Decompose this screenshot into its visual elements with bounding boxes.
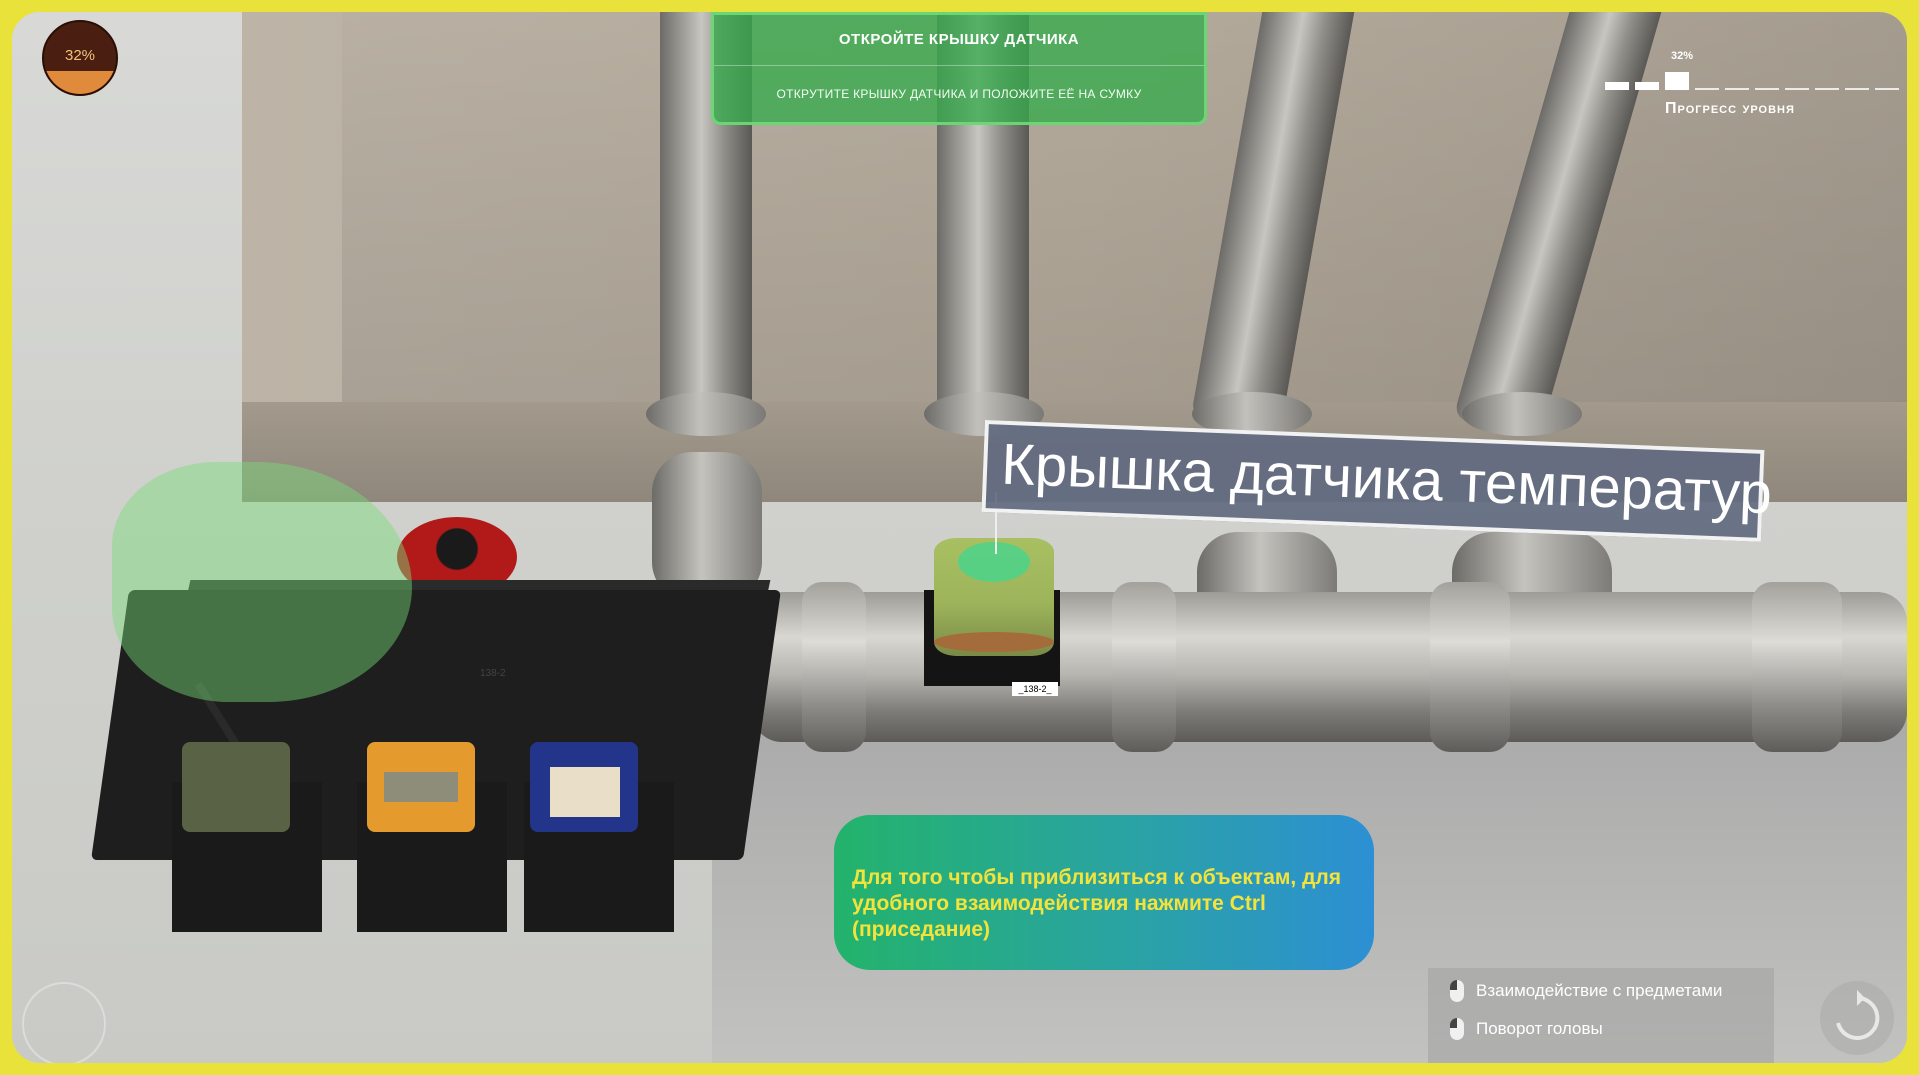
sensor-cap-ring bbox=[934, 632, 1054, 652]
level-progress-step bbox=[1695, 88, 1719, 90]
score-fill bbox=[44, 70, 116, 94]
level-progress-step bbox=[1815, 88, 1839, 90]
level-progress: 32% Прогресс уровня bbox=[1605, 42, 1905, 117]
mouse-right-icon bbox=[1450, 1018, 1464, 1040]
level-progress-percent: 32% bbox=[1671, 50, 1694, 62]
hint-text: Для того чтобы приблизиться к объектам, … bbox=[852, 866, 1342, 941]
sensor-tag: _138-2_ bbox=[1012, 682, 1058, 696]
radio-device[interactable] bbox=[182, 742, 290, 832]
multimeter-screen bbox=[384, 772, 458, 802]
pipe-coupling bbox=[1112, 582, 1176, 752]
level-progress-step bbox=[1665, 72, 1689, 90]
level-progress-step bbox=[1755, 88, 1779, 90]
controls-legend: Взаимодействие с предметами Поворот голо… bbox=[1428, 968, 1774, 1063]
mouse-left-icon bbox=[1450, 980, 1464, 1002]
level-progress-step bbox=[1785, 88, 1809, 90]
control-interact-label: Взаимодействие с предметами bbox=[1476, 981, 1723, 1000]
gauge-screen bbox=[550, 767, 620, 817]
score-value: 32% bbox=[64, 47, 96, 64]
pipe-flange bbox=[646, 392, 766, 436]
task-description: ОТКРУТИТЕ КРЫШКУ ДАТЧИКА И ПОЛОЖИТЕ ЕЁ Н… bbox=[776, 87, 1142, 101]
sensor-highlight bbox=[958, 542, 1030, 582]
object-label-text: Крышка датчика температур bbox=[1000, 431, 1774, 527]
pipe-coupling bbox=[1430, 582, 1510, 752]
level-progress-step bbox=[1605, 82, 1629, 90]
control-look-label: Поворот головы bbox=[1476, 1019, 1603, 1038]
task-divider bbox=[714, 65, 1204, 66]
pipe-flange bbox=[1462, 392, 1582, 436]
pipe-coupling bbox=[1752, 582, 1842, 752]
level-progress-label: Прогресс уровня bbox=[1665, 100, 1795, 117]
pipe-coupling bbox=[802, 582, 866, 752]
reset-icon bbox=[1836, 990, 1880, 1040]
level-progress-step bbox=[1845, 88, 1869, 90]
reset-button[interactable] bbox=[1820, 981, 1894, 1055]
task-panel: ОТКРОЙТЕ КРЫШКУ ДАТЧИКА ОТКРУТИТЕ КРЫШКУ… bbox=[711, 12, 1207, 125]
joystick[interactable] bbox=[22, 982, 106, 1063]
level-progress-step bbox=[1725, 88, 1749, 90]
level-progress-step bbox=[1635, 82, 1659, 90]
level-progress-step bbox=[1875, 88, 1899, 90]
task-title: ОТКРОЙТЕ КРЫШКУ ДАТЧИКА bbox=[838, 31, 1080, 48]
score-label: Общий балл bbox=[116, 68, 239, 89]
toolbox-tag: 138-2 bbox=[480, 668, 506, 679]
score-indicator: 32% bbox=[42, 20, 118, 96]
hint-box: Для того чтобы приблизиться к объектам, … bbox=[834, 815, 1374, 970]
game-viewport[interactable]: _138-2_ 138-2 32% Общий балл ОТКРОЙТЕ КР… bbox=[12, 12, 1907, 1063]
